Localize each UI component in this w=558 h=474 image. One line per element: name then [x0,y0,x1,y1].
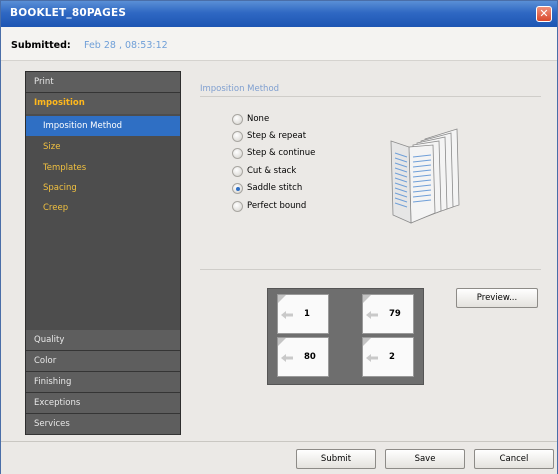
layout-page: 2 [362,337,414,377]
title-bar[interactable]: BOOKLET_80PAGES ✕ [1,1,557,27]
radio-option-step-repeat[interactable]: Step & repeat [232,129,306,143]
radio-option-perfect-bound[interactable]: Perfect bound [232,199,306,213]
sidebar-item-print[interactable]: Print [26,72,180,93]
arrow-left-icon [281,354,293,362]
sidebar: Print Imposition Imposition Method Size … [25,71,181,435]
arrow-left-icon [366,311,378,319]
divider [200,269,541,270]
page-corner-icon [278,295,286,303]
layout-page: 79 [362,294,414,334]
window-title: BOOKLET_80PAGES [10,7,127,19]
radio-label: Saddle stitch [247,183,303,193]
arrow-left-icon [366,354,378,362]
sidebar-item-quality[interactable]: Quality [26,330,180,351]
layout-page: 80 [277,337,329,377]
radio-button[interactable] [232,200,243,212]
arrow-left-icon [281,311,293,319]
submitted-label: Submitted: [11,40,71,51]
divider [200,96,541,97]
page-corner-icon [278,338,286,346]
sidebar-subitem-imposition-method[interactable]: Imposition Method [26,116,180,136]
radio-label: Step & continue [247,148,316,158]
radio-option-step-continue[interactable]: Step & continue [232,146,315,160]
radio-option-saddle-stitch[interactable]: Saddle stitch [232,181,302,195]
sidebar-item-color[interactable]: Color [26,351,180,372]
submitted-bar: Submitted: Feb 28 , 08:53:12 [1,27,557,61]
radio-button-checked[interactable] [232,182,243,194]
radio-label: Cut & stack [247,166,297,176]
page-number: 1 [304,309,310,319]
close-icon[interactable]: ✕ [536,6,552,22]
sidebar-subitem-spacing[interactable]: Spacing [26,178,180,198]
layout-page: 1 [277,294,329,334]
radio-option-cut-stack[interactable]: Cut & stack [232,164,296,178]
sidebar-item-exceptions[interactable]: Exceptions [26,393,180,414]
radio-option-none[interactable]: None [232,112,269,126]
page-number: 80 [304,352,316,362]
radio-label: None [247,114,270,124]
dialog-window: BOOKLET_80PAGES ✕ Submitted: Feb 28 , 08… [0,0,558,474]
booklet-icon [390,128,460,224]
sidebar-item-services[interactable]: Services [26,414,180,435]
radio-button[interactable] [232,147,243,159]
submit-button[interactable]: Submit [296,449,376,469]
page-corner-icon [363,338,371,346]
sidebar-item-imposition[interactable]: Imposition [26,93,180,114]
page-number: 2 [389,352,395,362]
sidebar-subitem-creep[interactable]: Creep [26,198,180,218]
radio-button[interactable] [232,130,243,142]
preview-button[interactable]: Preview... [456,288,538,308]
save-button[interactable]: Save [385,449,465,469]
sidebar-item-finishing[interactable]: Finishing [26,372,180,393]
radio-label: Perfect bound [247,201,307,211]
cancel-button[interactable]: Cancel [474,449,554,469]
submitted-timestamp: Feb 28 , 08:53:12 [84,40,168,51]
radio-label: Step & repeat [247,131,307,141]
section-title: Imposition Method [200,84,280,94]
page-number: 79 [389,309,401,319]
page-corner-icon [363,295,371,303]
imposition-layout-preview: 1 79 80 2 [267,288,424,385]
sidebar-subitem-size[interactable]: Size [26,137,180,157]
sidebar-subitem-templates[interactable]: Templates [26,158,180,178]
radio-button[interactable] [232,113,243,125]
radio-button[interactable] [232,165,243,177]
footer-bar: Submit Save Cancel [1,441,557,474]
